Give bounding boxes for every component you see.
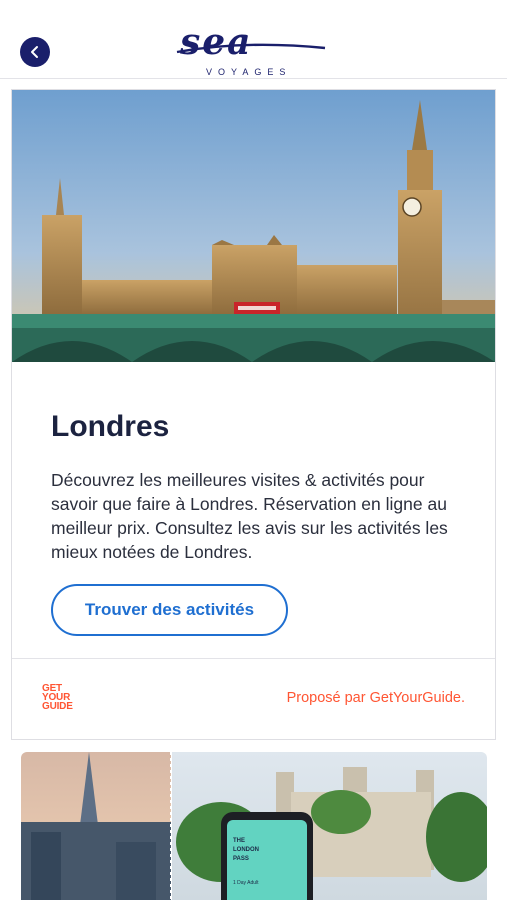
- svg-text:1 Day Adult: 1 Day Adult: [233, 880, 259, 886]
- header-divider: [0, 78, 507, 79]
- card-description: Découvrez les meilleures visites & activ…: [51, 470, 448, 562]
- svg-text:PASS: PASS: [233, 856, 249, 862]
- app-header: sea VOYAGES: [0, 0, 507, 78]
- svg-text:THE: THE: [233, 838, 245, 844]
- provider-link[interactable]: Proposé par GetYourGuide.: [287, 690, 465, 706]
- logo-subtext: VOYAGES: [206, 67, 291, 77]
- card-title: Londres: [51, 410, 170, 443]
- sea-voyages-logo: sea VOYAGES: [175, 21, 335, 78]
- card-footer-divider: [12, 658, 495, 659]
- find-activities-button[interactable]: Trouver des activités: [51, 584, 288, 636]
- svg-text:LONDON: LONDON: [233, 847, 259, 853]
- svg-text:sea: sea: [179, 24, 253, 63]
- chevron-left-icon: [31, 46, 38, 58]
- getyourguide-logo: GET YOUR GUIDE: [42, 683, 73, 712]
- london-hero-image: [12, 90, 495, 362]
- activity-card: Londres Découvrez les meilleures visites…: [11, 89, 496, 740]
- back-button[interactable]: [20, 37, 50, 67]
- london-pass-promo-image[interactable]: THE LONDON PASS 1 Day Adult: [21, 752, 487, 900]
